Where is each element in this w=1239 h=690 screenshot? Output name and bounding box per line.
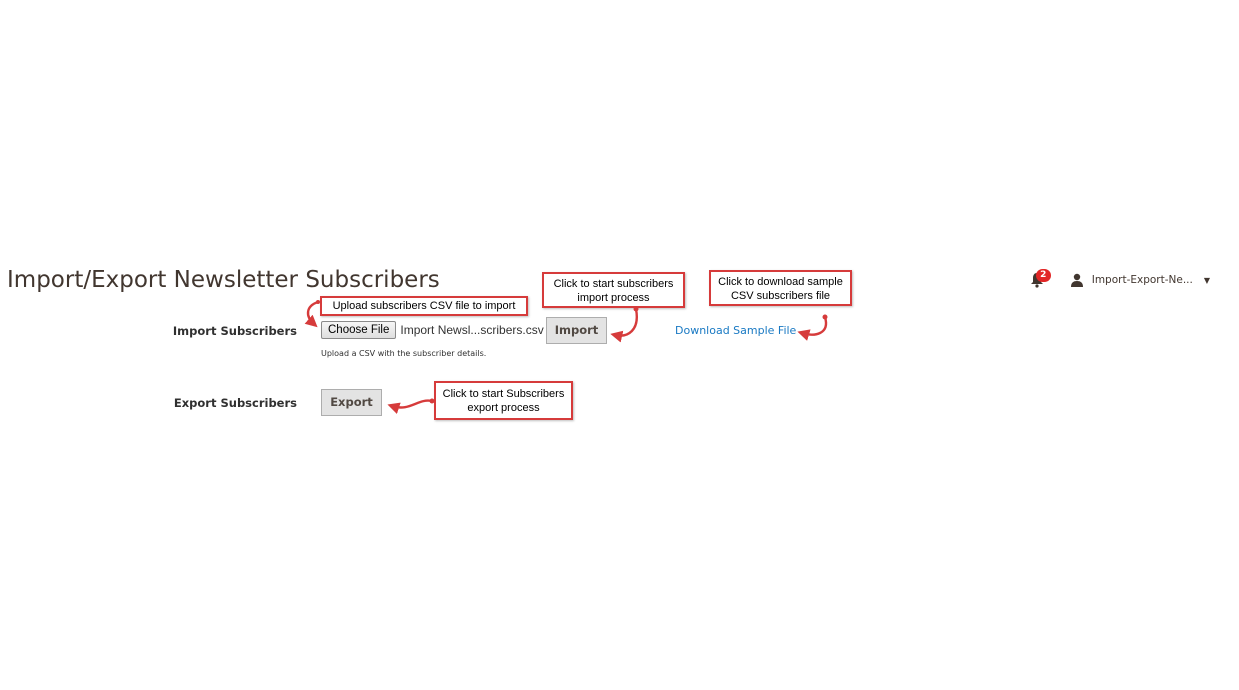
page-title: Import/Export Newsletter Subscribers — [7, 267, 440, 293]
upload-callout: Upload subscribers CSV file to import — [320, 296, 528, 316]
page: Import/Export Newsletter Subscribers 2 I… — [0, 0, 1239, 690]
curved-arrow-icon — [797, 314, 828, 341]
download-callout-line1: Click to download sample — [718, 276, 843, 288]
user-name: Import-Export-Ne... — [1091, 274, 1193, 286]
download-callout: Click to download sample CSV subscribers… — [709, 270, 852, 306]
user-account-menu[interactable]: Import-Export-Ne... ▼ — [1070, 273, 1210, 287]
file-upload-field[interactable]: Choose File Import Newsl...scribers.csv — [321, 321, 544, 339]
download-callout-line2: CSV subscribers file — [730, 290, 831, 302]
user-icon — [1070, 273, 1083, 287]
chevron-down-icon: ▼ — [1203, 275, 1210, 285]
choose-file-button[interactable]: Choose File — [321, 321, 397, 339]
download-sample-link[interactable]: Download Sample File — [675, 324, 796, 337]
import-subscribers-label: Import Subscribers — [172, 324, 297, 338]
curved-arrow-icon — [304, 300, 320, 328]
export-button[interactable]: Export — [321, 389, 382, 416]
import-callout-line1: Click to start subscribers — [553, 278, 674, 290]
header-actions: 2 Import-Export-Ne... ▼ — [1030, 269, 1210, 290]
export-subscribers-label: Export Subscribers — [173, 396, 297, 410]
import-button[interactable]: Import — [546, 317, 607, 344]
export-callout: Click to start Subscribers export proces… — [434, 381, 573, 420]
curved-arrow-icon — [387, 398, 435, 414]
annotation-arrows — [304, 300, 828, 414]
import-note: Upload a CSV with the subscriber details… — [321, 349, 487, 358]
export-callout-line2: export process — [467, 402, 540, 414]
curved-arrow-icon — [610, 306, 639, 343]
import-callout: Click to start subscribers import proces… — [542, 272, 685, 308]
notification-badge: 2 — [1035, 269, 1051, 282]
selected-file-name: Import Newsl...scribers.csv — [400, 323, 544, 337]
export-callout-line1: Click to start Subscribers — [442, 388, 565, 400]
import-callout-line2: import process — [577, 292, 650, 304]
notifications-button[interactable]: 2 — [1030, 269, 1051, 290]
upload-callout-text: Upload subscribers CSV file to import — [332, 300, 516, 312]
